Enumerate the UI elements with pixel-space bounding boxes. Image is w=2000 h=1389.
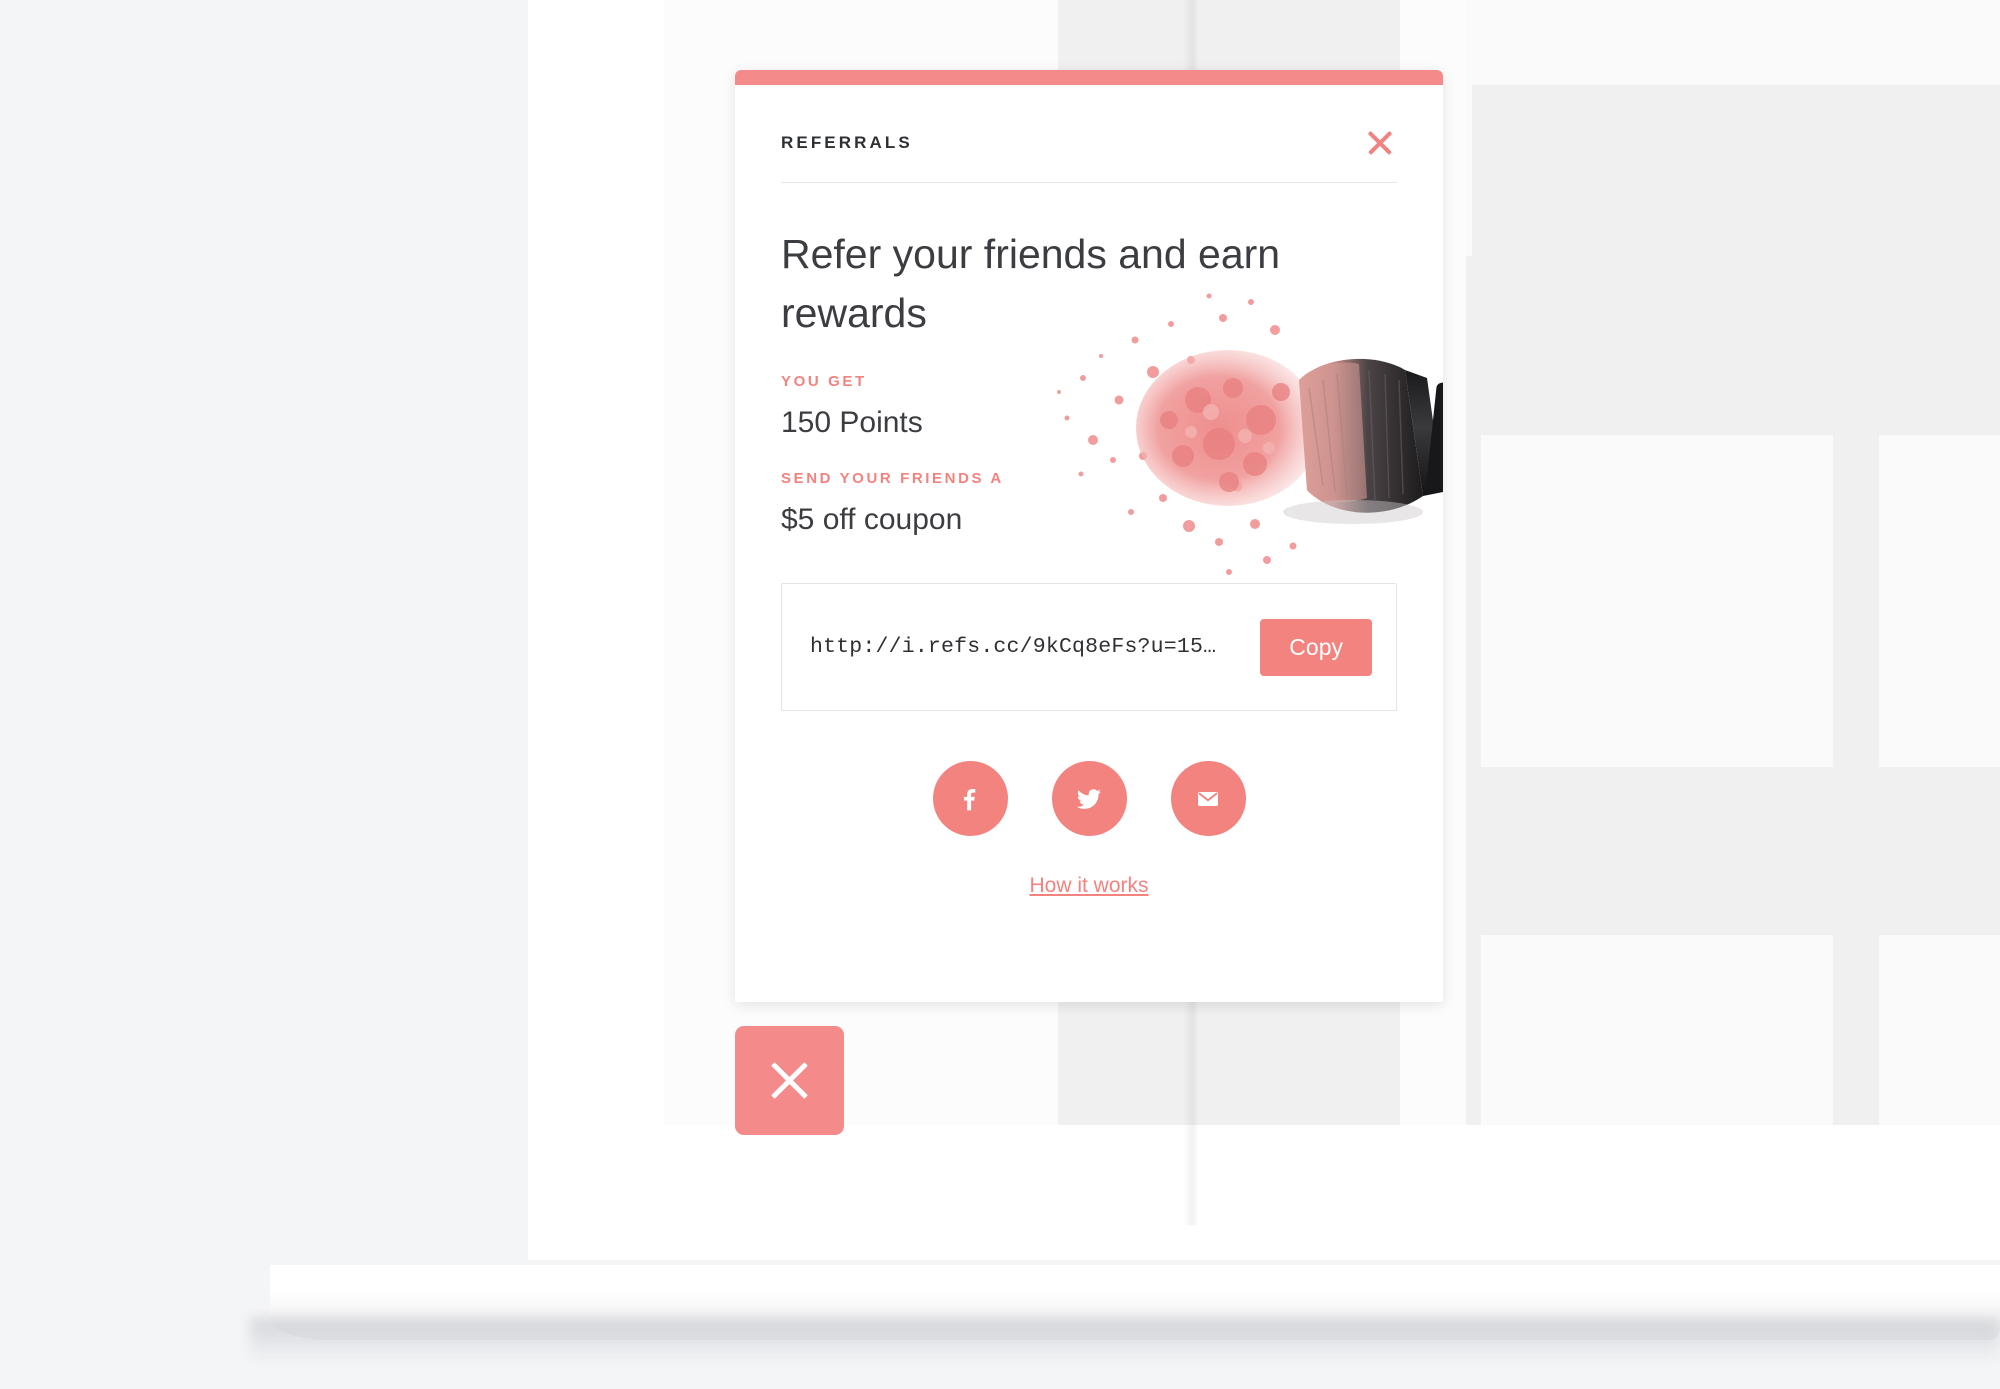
you-get-label: YOU GET xyxy=(781,373,867,390)
laptop-shadow xyxy=(250,1318,2000,1364)
you-get-value: 150 Points xyxy=(781,406,923,439)
social-share-row xyxy=(781,761,1397,836)
referral-link-input[interactable]: http://i.refs.cc/9kCq8eFs?u=15… xyxy=(810,635,1216,659)
twitter-share-button[interactable] xyxy=(1051,761,1127,836)
facebook-share-button[interactable] xyxy=(932,761,1008,836)
screenshot-scene: REFERRALS Refer your friends and earn re… xyxy=(0,0,2000,1389)
page-block-card-2 xyxy=(1879,435,2000,767)
send-friends-value: $5 off coupon xyxy=(781,503,963,536)
facebook-icon xyxy=(963,788,976,810)
widget-launcher-close-button[interactable] xyxy=(735,1026,844,1135)
email-share-button[interactable] xyxy=(1170,761,1246,836)
referral-widget: REFERRALS Refer your friends and earn re… xyxy=(735,70,1443,1002)
page-block-card-3 xyxy=(1481,935,1833,1125)
send-friends-label: SEND YOUR FRIENDS A xyxy=(781,470,1004,487)
page-block-hero-band xyxy=(1472,85,2000,257)
twitter-icon xyxy=(1076,788,1101,809)
widget-body: REFERRALS Refer your friends and earn re… xyxy=(735,85,1443,1002)
copy-button[interactable]: Copy xyxy=(1260,618,1372,676)
referral-link-row: http://i.refs.cc/9kCq8eFs?u=15… Copy xyxy=(781,583,1397,711)
page-block-card-4 xyxy=(1879,935,2000,1125)
widget-header-title: REFERRALS xyxy=(781,133,913,152)
how-it-works-row: How it works xyxy=(781,874,1397,898)
close-icon[interactable] xyxy=(1363,126,1397,160)
how-it-works-link[interactable]: How it works xyxy=(1029,874,1148,897)
widget-title: Refer your friends and earn rewards xyxy=(781,231,1281,336)
email-icon xyxy=(1198,791,1218,806)
widget-header: REFERRALS xyxy=(781,85,1397,183)
page-block-card-1 xyxy=(1481,435,1833,767)
widget-accent-bar xyxy=(735,70,1443,85)
